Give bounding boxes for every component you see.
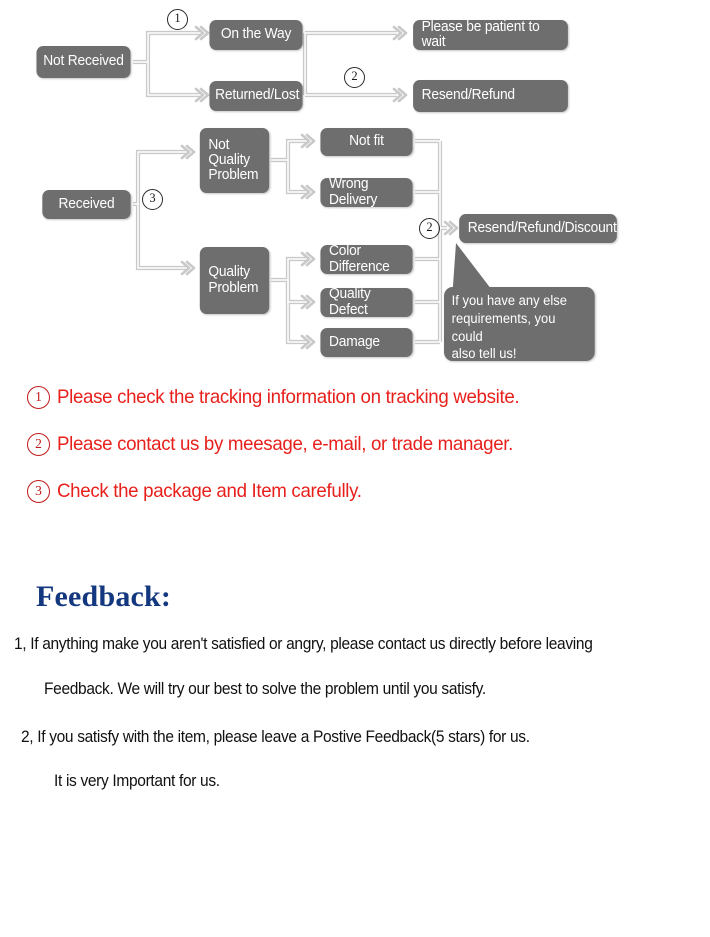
callout-line: If you have any else xyxy=(451,293,567,308)
node-please-be-patient[interactable]: Please be patient to wait xyxy=(413,18,568,50)
note-number: 1 xyxy=(27,386,50,409)
node-label: Not fit xyxy=(349,133,384,150)
note-number: 2 xyxy=(27,433,50,456)
node-label: On the Way xyxy=(220,26,292,43)
node-label: Quality Problem xyxy=(208,265,263,295)
node-on-the-way[interactable]: On the Way xyxy=(209,20,303,50)
node-label: Not Received xyxy=(43,53,124,70)
node-label: Damage xyxy=(328,333,380,350)
note-text: Please contact us by meesage, e-mail, or… xyxy=(57,433,514,455)
callout-line: requirements, you could xyxy=(451,310,556,344)
node-quality-problem[interactable]: Quality Problem xyxy=(199,247,270,314)
note-number: 3 xyxy=(27,480,50,503)
node-returned-lost[interactable]: Returned/Lost xyxy=(209,81,303,111)
return-policy-flowchart: Not Received On the Way Returned/Lost Pl… xyxy=(0,0,710,370)
feedback-line: Feedback. We will try our best to solve … xyxy=(44,680,486,698)
node-label-line: Quality xyxy=(208,151,250,168)
note-item: 1 Please check the tracking information … xyxy=(0,374,710,421)
feedback-line: 1, If anything make you aren't satisfied… xyxy=(14,635,593,653)
node-not-received[interactable]: Not Received xyxy=(36,46,131,78)
node-wrong-delivery[interactable]: Wrong Delivery xyxy=(320,176,413,208)
node-label-line: Not xyxy=(208,136,230,153)
note-text: Check the package and Item carefully. xyxy=(57,480,362,502)
step-marker-2-top: 2 xyxy=(344,67,365,88)
step-marker-1: 1 xyxy=(167,9,188,30)
note-text: Please check the tracking information on… xyxy=(57,386,520,408)
note-item: 2 Please contact us by meesage, e-mail, … xyxy=(0,421,710,468)
node-label: Resend/Refund xyxy=(421,87,515,104)
node-quality-defect[interactable]: Quality Defect xyxy=(320,286,413,318)
node-resend-refund[interactable]: Resend/Refund xyxy=(413,80,568,112)
step-marker-2-right: 2 xyxy=(419,218,440,239)
node-label: Received xyxy=(58,195,115,212)
numbered-notes-list: 1 Please check the tracking information … xyxy=(0,374,710,515)
node-label: Resend/Refund/Discount xyxy=(467,219,617,236)
node-label: Wrong Delivery xyxy=(328,176,378,208)
node-label: Quality Defect xyxy=(328,286,371,318)
feedback-heading: Feedback: xyxy=(36,580,172,613)
node-label: Color Difference xyxy=(328,243,390,275)
node-not-fit[interactable]: Not fit xyxy=(320,128,413,156)
node-label-line: Quality xyxy=(208,264,250,281)
node-label: Not Quality Problem xyxy=(208,136,263,184)
step-marker-3: 3 xyxy=(142,189,163,210)
callout-line: also tell us! xyxy=(451,346,517,362)
feedback-line: 2, If you satisfy with the item, please … xyxy=(21,728,530,746)
feedback-line: It is very Important for us. xyxy=(54,772,220,790)
node-not-quality-problem[interactable]: Not Quality Problem xyxy=(199,128,270,193)
callout-bubble: If you have any else requirements, you c… xyxy=(444,287,595,361)
node-color-difference[interactable]: Color Difference xyxy=(320,243,413,275)
node-label-line: Problem xyxy=(208,167,259,184)
node-resend-refund-discount[interactable]: Resend/Refund/Discount xyxy=(459,214,617,243)
node-damage[interactable]: Damage xyxy=(320,328,413,357)
note-item: 3 Check the package and Item carefully. xyxy=(0,468,710,515)
node-label: Returned/Lost xyxy=(215,87,300,104)
node-label-line: Problem xyxy=(208,279,259,296)
node-received[interactable]: Received xyxy=(42,190,131,219)
node-label: Please be patient to wait xyxy=(421,18,540,50)
